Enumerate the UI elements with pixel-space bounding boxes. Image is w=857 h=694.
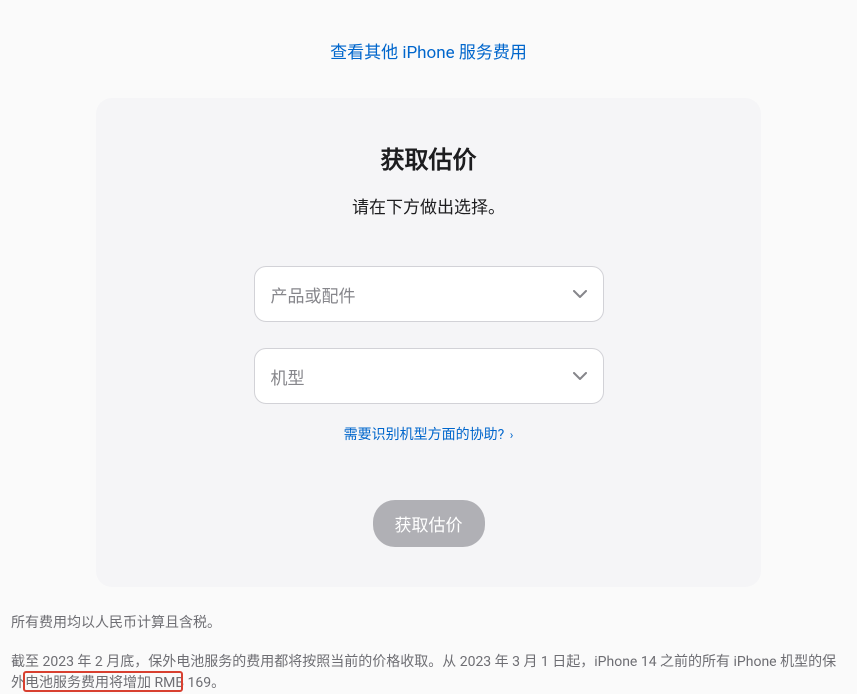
product-select[interactable]: 产品或配件 [254, 266, 604, 322]
other-services-link[interactable]: 查看其他 iPhone 服务费用 [0, 38, 857, 63]
model-select-placeholder: 机型 [271, 364, 305, 389]
identify-model-help-link[interactable]: 需要识别机型方面的协助? › [136, 424, 721, 444]
chevron-down-icon [573, 290, 587, 298]
chevron-right-icon: › [510, 428, 514, 442]
footer-line-1: 所有费用均以人民币计算且含税。 [11, 613, 846, 634]
product-select-placeholder: 产品或配件 [271, 282, 356, 307]
get-estimate-button[interactable]: 获取估价 [373, 500, 485, 547]
footer-line-2: 截至 2023 年 2 月底，保外电池服务的费用都将按照当前的价格收取。从 20… [11, 652, 846, 694]
footer-notes: 所有费用均以人民币计算且含税。 截至 2023 年 2 月底，保外电池服务的费用… [11, 587, 846, 694]
help-link-text: 需要识别机型方面的协助? [344, 427, 505, 443]
card-subtitle: 请在下方做出选择。 [136, 193, 721, 218]
estimate-card: 获取估价 请在下方做出选择。 产品或配件 机型 需要识别机型方面的协助? › 获… [96, 98, 761, 587]
model-select[interactable]: 机型 [254, 348, 604, 404]
card-title: 获取估价 [136, 140, 721, 175]
chevron-down-icon [573, 372, 587, 380]
